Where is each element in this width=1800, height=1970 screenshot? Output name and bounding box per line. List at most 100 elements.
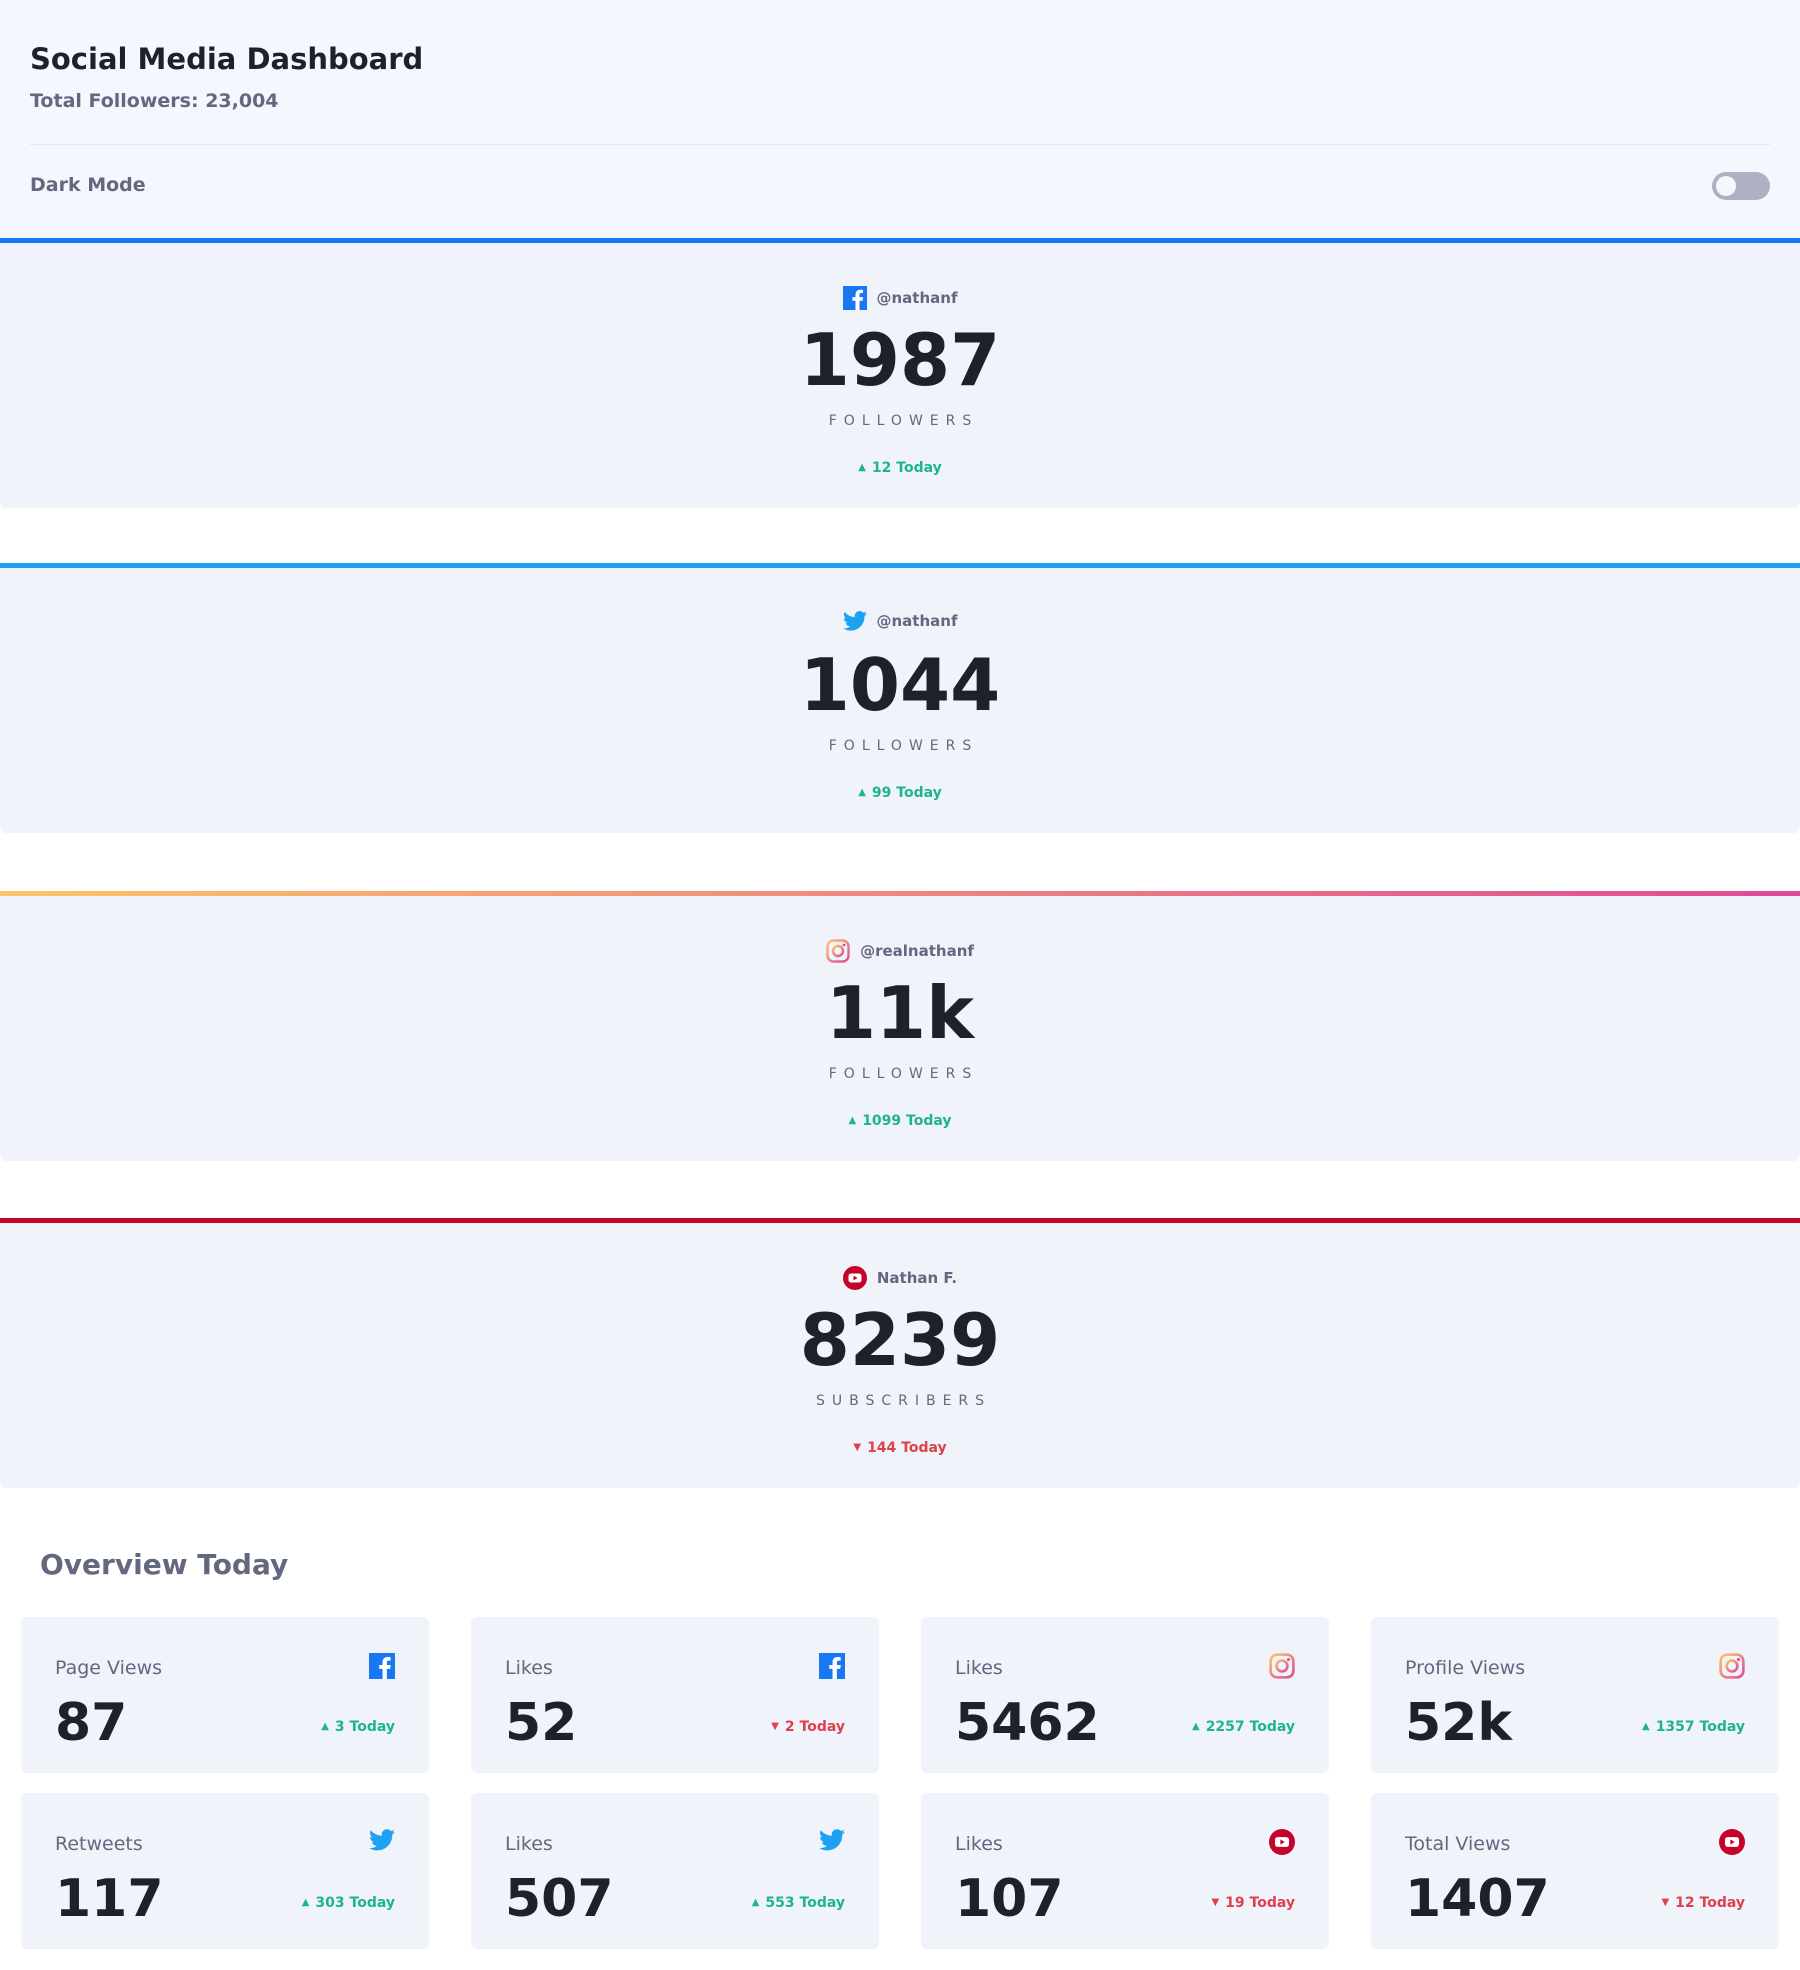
up-arrow-icon: ▲ [1191,1721,1200,1732]
account-handle: @nathanf [876,612,958,630]
up-arrow-icon: ▲ [858,462,866,473]
header-divider [30,144,1770,145]
today-change: ▲ 99 Today [0,785,1800,801]
today-change-text: 3 Today [334,1719,395,1735]
today-change: ▼ 2 Today [771,1719,845,1735]
today-change: ▲ 2257 Today [1192,1719,1295,1735]
metric-value: 87 [55,1693,128,1753]
dark-mode-toggle[interactable] [1712,172,1770,200]
overview-title: Overview Today [40,1548,289,1581]
overview-card-twitter-likes[interactable]: Likes 507 ▲ 553 Today [471,1793,879,1949]
card-accent-bar [0,563,1800,568]
metric-value: 1407 [1405,1869,1550,1929]
overview-card-youtube-total-views[interactable]: Total Views 1407 ▼ 12 Today [1371,1793,1779,1949]
instagram-icon [1269,1653,1295,1679]
metric-value: 507 [505,1869,614,1929]
metric-label: Total Views [1405,1833,1511,1855]
today-change: ▲ 1099 Today [0,1113,1800,1129]
subscriber-count: 8239 [799,1298,1001,1382]
metric-label: Profile Views [1405,1657,1526,1679]
today-change-text: 144 Today [867,1440,947,1456]
count-unit: FOLLOWERS [828,738,979,754]
follower-count: 1987 [799,318,1001,402]
up-arrow-icon: ▲ [301,1897,310,1908]
today-change-text: 553 Today [765,1895,845,1911]
overview-card-youtube-likes[interactable]: Likes 107 ▼ 19 Today [921,1793,1329,1949]
twitter-icon [842,611,867,631]
instagram-icon [1719,1653,1745,1679]
account-handle: Nathan F. [876,1269,958,1287]
card-accent-bar [0,1218,1800,1223]
overview-card-instagram-profile-views[interactable]: Profile Views 52k ▲ 1357 Today [1371,1617,1779,1773]
account-handle-row: @nathanf [0,611,1800,631]
card-accent-bar [0,891,1800,896]
today-change-text: 303 Today [315,1895,395,1911]
account-card-youtube[interactable]: Nathan F. 8239 SUBSCRIBERS ▼ 144 Today [0,1218,1800,1488]
metric-value: 117 [55,1869,164,1929]
count-unit: FOLLOWERS [828,1066,979,1082]
metric-value: 5462 [955,1693,1100,1753]
account-handle-row: @realnathanf [0,939,1800,963]
account-card-instagram[interactable]: @realnathanf 11k FOLLOWERS ▲ 1099 Today [0,891,1800,1161]
today-change-text: 99 Today [871,785,942,801]
card-accent-bar [0,238,1800,243]
metric-label: Likes [505,1657,553,1679]
metric-value: 52k [1405,1693,1512,1753]
overview-card-instagram-likes[interactable]: Likes 5462 ▲ 2257 Today [921,1617,1329,1773]
today-change-text: 2257 Today [1205,1719,1295,1735]
today-change: ▲ 3 Today [321,1719,395,1735]
count-unit: FOLLOWERS [828,413,979,429]
overview-card-twitter-retweets[interactable]: Retweets 117 ▲ 303 Today [21,1793,429,1949]
today-change: ▲ 303 Today [302,1895,395,1911]
account-handle: @realnathanf [860,942,974,960]
account-handle-row: Nathan F. [0,1266,1800,1290]
today-change: ▲ 553 Today [752,1895,845,1911]
today-change-text: 12 Today [1675,1895,1745,1911]
today-change: ▼ 144 Today [0,1440,1800,1456]
toggle-knob [1716,176,1736,196]
metric-label: Likes [505,1833,553,1855]
metric-label: Page Views [55,1657,163,1679]
follower-count: 11k [825,971,975,1055]
metric-label: Likes [955,1657,1003,1679]
today-change-text: 19 Today [1225,1895,1295,1911]
metric-value: 107 [955,1869,1064,1929]
facebook-icon [369,1653,395,1679]
today-change: ▼ 12 Today [1661,1895,1745,1911]
metric-value: 52 [505,1693,578,1753]
count-unit: SUBSCRIBERS [815,1393,992,1409]
account-card-twitter[interactable]: @nathanf 1044 FOLLOWERS ▲ 99 Today [0,563,1800,833]
facebook-icon [842,286,867,310]
twitter-icon [819,1829,845,1855]
instagram-icon [826,939,850,963]
total-followers: Total Followers: 23,004 [30,90,279,112]
youtube-icon [842,1266,867,1290]
page-title: Social Media Dashboard [30,42,424,76]
up-arrow-icon: ▲ [1641,1721,1650,1732]
today-change: ▲ 12 Today [0,460,1800,476]
facebook-icon [819,1653,845,1679]
down-arrow-icon: ▼ [853,1442,862,1453]
up-arrow-icon: ▲ [858,787,866,798]
overview-card-facebook-likes[interactable]: Likes 52 ▼ 2 Today [471,1617,879,1773]
account-card-facebook[interactable]: @nathanf 1987 FOLLOWERS ▲ 12 Today [0,238,1800,508]
overview-card-facebook-page-views[interactable]: Page Views 87 ▲ 3 Today [21,1617,429,1773]
account-handle: @nathanf [876,289,958,307]
today-change: ▼ 19 Today [1211,1895,1295,1911]
today-change-text: 12 Today [871,460,942,476]
dark-mode-label: Dark Mode [30,174,146,196]
metric-label: Retweets [55,1833,143,1855]
up-arrow-icon: ▲ [848,1115,857,1126]
header: Social Media Dashboard Total Followers: … [0,0,1800,240]
account-handle-row: @nathanf [0,286,1800,310]
today-change-text: 1099 Today [862,1113,952,1129]
follower-count: 1044 [799,643,1001,727]
youtube-icon [1269,1829,1295,1855]
youtube-icon [1719,1829,1745,1855]
today-change-text: 2 Today [784,1719,845,1735]
today-change-text: 1357 Today [1655,1719,1745,1735]
up-arrow-icon: ▲ [751,1897,760,1908]
twitter-icon [369,1829,395,1855]
down-arrow-icon: ▼ [1661,1897,1670,1908]
today-change: ▲ 1357 Today [1642,1719,1745,1735]
